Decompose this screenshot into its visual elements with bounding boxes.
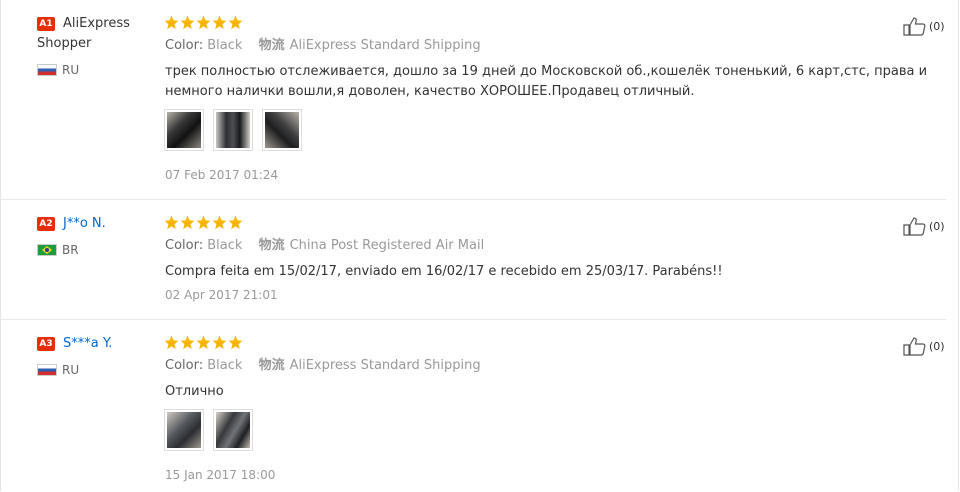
- reviewer-name[interactable]: J**o N.: [37, 214, 147, 234]
- reviewer-name: AliExpress Shopper: [37, 16, 130, 51]
- star-icon: [212, 335, 227, 349]
- star-icon: [180, 15, 195, 29]
- like-count: (0): [929, 19, 945, 33]
- review-date: 07 Feb 2017 01:24: [165, 168, 279, 182]
- color-label: Color:: [165, 238, 204, 253]
- review-date: 02 Apr 2017 21:01: [165, 288, 278, 302]
- order-info: Color: Black 物流 AliExpress Standard Shipp…: [165, 37, 481, 55]
- color-value: Black: [207, 38, 243, 53]
- shipping-icon: 物流: [258, 38, 285, 53]
- shipping-icon: 物流: [258, 358, 285, 373]
- rating-stars: [164, 215, 243, 230]
- review-item: A3 S***a Y. RU Color: Black 物流 AliExpress…: [0, 319, 946, 492]
- shipping-method: China Post Registered Air Mail: [289, 238, 485, 253]
- like-button[interactable]: (0): [903, 336, 945, 356]
- star-icon: [212, 15, 227, 29]
- review-text: Отлично: [165, 384, 224, 399]
- rating-stars: [164, 15, 243, 30]
- like-count: (0): [929, 339, 945, 353]
- reviewer-name[interactable]: S***a Y.: [37, 334, 147, 354]
- star-icon: [196, 215, 211, 229]
- review-photo[interactable]: [164, 109, 204, 151]
- star-icon: [228, 215, 243, 229]
- like-button[interactable]: (0): [903, 16, 945, 36]
- review-photo[interactable]: [213, 109, 253, 151]
- shipping-method: AliExpress Standard Shipping: [289, 358, 481, 373]
- review-photo[interactable]: [164, 409, 204, 451]
- like-button[interactable]: (0): [903, 216, 945, 236]
- color-value: Black: [207, 358, 243, 373]
- review-photo[interactable]: [213, 409, 253, 451]
- reviewer-country: RU: [62, 363, 80, 377]
- like-count: (0): [929, 219, 945, 233]
- right-border: [958, 0, 959, 491]
- thumbs-up-icon: [903, 17, 926, 36]
- thumbs-up-icon: [903, 337, 926, 356]
- russia-flag-icon: [37, 364, 57, 376]
- russia-flag-icon: [37, 64, 57, 76]
- order-info: Color: Black 物流 AliExpress Standard Shipp…: [165, 357, 481, 375]
- star-icon: [196, 335, 211, 349]
- star-icon: [164, 15, 179, 29]
- star-icon: [164, 335, 179, 349]
- rating-stars: [164, 335, 243, 350]
- shipping-icon: 物流: [258, 238, 285, 253]
- order-info: Color: Black 物流 China Post Registered Air…: [165, 237, 484, 255]
- star-icon: [228, 15, 243, 29]
- brazil-flag-icon: [37, 244, 57, 256]
- shipping-method: AliExpress Standard Shipping: [289, 38, 481, 53]
- thumbs-up-icon: [903, 217, 926, 236]
- review-item: A1 AliExpress Shopper RU Color: Black 物流…: [0, 0, 946, 199]
- color-value: Black: [207, 238, 243, 253]
- reviewer-country: BR: [62, 243, 79, 257]
- star-icon: [180, 215, 195, 229]
- star-icon: [228, 335, 243, 349]
- star-icon: [196, 15, 211, 29]
- review-text: Compra feita em 15/02/17, enviado em 16/…: [165, 264, 723, 279]
- star-icon: [180, 335, 195, 349]
- review-date: 15 Jan 2017 18:00: [165, 468, 276, 482]
- review-photo[interactable]: [262, 109, 302, 151]
- star-icon: [164, 215, 179, 229]
- star-icon: [212, 215, 227, 229]
- color-label: Color:: [165, 38, 204, 53]
- color-label: Color:: [165, 358, 204, 373]
- review-item: A2 J**o N. BR Color: Black 物流 China Post …: [0, 199, 946, 320]
- review-text: трек полностью отслеживается, дошло за 1…: [165, 64, 928, 99]
- reviewer-country: RU: [62, 63, 80, 77]
